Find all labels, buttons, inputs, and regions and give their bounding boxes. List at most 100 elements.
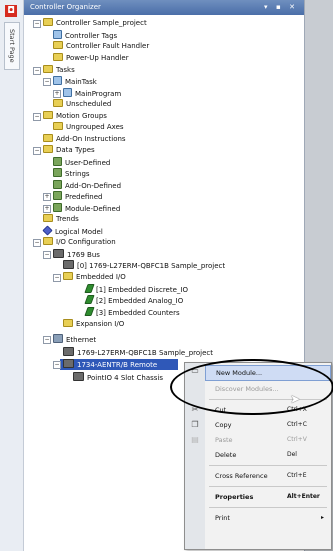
callout-ellipse [170, 359, 333, 415]
tree-item-pointio-chassis[interactable]: PointIO 4 Slot Chassis [73, 372, 163, 382]
menu-item-label: Print [215, 514, 230, 522]
menu-item-shortcut: Ctrl+C [287, 421, 307, 428]
menu-separator [209, 507, 327, 508]
folder-icon [53, 41, 63, 49]
adapter-icon [63, 359, 74, 368]
collapse-icon[interactable]: − [33, 239, 41, 247]
panel-title: Controller Organizer [30, 3, 101, 11]
tree-item-label: [2] Embedded Analog_IO [96, 297, 184, 305]
tree-item-add-on-defined[interactable]: Add-On-Defined [53, 180, 121, 190]
folder-icon [43, 134, 53, 142]
tree-item-ethernet-controller[interactable]: 1769-L27ERM-QBFC1B Sample_project [63, 347, 213, 357]
tree-item-ungrouped-axes[interactable]: Ungrouped Axes [53, 122, 124, 132]
tree-item-unscheduled[interactable]: Unscheduled [53, 99, 111, 109]
start-page-tab[interactable]: Start Page [4, 22, 20, 70]
folder-icon [43, 214, 53, 222]
program-icon [63, 88, 72, 97]
menu-item-properties[interactable]: Properties Alt+Enter [205, 490, 329, 504]
menu-item-cross-reference[interactable]: Cross Reference Ctrl+E [205, 469, 329, 483]
tree-item-label: [3] Embedded Counters [96, 309, 180, 317]
tree-item-label: Add-On-Defined [65, 182, 122, 190]
tree-item-controller-module[interactable]: [0] 1769-L27ERM-QBFC1B Sample_project [63, 260, 225, 270]
datatype-icon [53, 168, 62, 177]
tree-item-label: Data Types [56, 146, 95, 154]
tree-item-user-defined[interactable]: User-Defined [53, 157, 110, 167]
task-icon [53, 76, 62, 85]
tree-item-label: Predefined [65, 193, 103, 201]
expand-icon[interactable]: + [43, 205, 51, 213]
bus-icon [53, 249, 64, 258]
tree-item-label: Motion Groups [56, 112, 107, 120]
tree-item-label: Add-On Instructions [56, 135, 126, 143]
tree-item-label: Ungrouped Axes [66, 123, 124, 131]
collapse-icon[interactable]: − [33, 67, 41, 75]
chassis-icon [73, 372, 84, 381]
datatype-icon [53, 203, 62, 212]
panel-title-buttons[interactable]: ▾ ▪ ✕ [264, 0, 298, 15]
tree-item-trends[interactable]: Trends [43, 214, 79, 224]
menu-item-paste[interactable]: Paste Ctrl+V [205, 433, 329, 447]
ethernet-icon [53, 334, 63, 343]
tree-item-expansion-io[interactable]: Expansion I/O [63, 319, 124, 329]
collapse-icon[interactable]: − [53, 361, 61, 369]
collapse-icon[interactable]: − [33, 20, 41, 28]
tree-item-label: Embedded I/O [76, 273, 126, 281]
tree-item-label: Ethernet [66, 336, 97, 344]
folder-icon [43, 145, 53, 153]
menu-item-label: Properties [215, 493, 254, 501]
menu-item-delete[interactable]: Delete Del [205, 448, 329, 462]
tree-item-controller-tags[interactable]: Controller Tags [53, 30, 117, 40]
menu-item-copy[interactable]: Copy Ctrl+C [205, 418, 329, 432]
tree-item-embedded-counters[interactable]: [3] Embedded Counters [84, 307, 180, 317]
tree-item-power-up-handler[interactable]: Power-Up Handler [53, 53, 129, 63]
folder-icon [53, 53, 63, 61]
tree-item-label: 1769-L27ERM-QBFC1B Sample_project [77, 349, 214, 357]
tree-item-label: Controller Fault Handler [66, 42, 150, 50]
expand-icon[interactable]: + [53, 90, 61, 98]
menu-item-print[interactable]: Print ▸ [205, 511, 329, 525]
tree-item-logical-model[interactable]: Logical Model [42, 225, 103, 236]
tree-item-embedded-analog[interactable]: [2] Embedded Analog_IO [84, 295, 184, 305]
collapse-icon[interactable]: − [53, 274, 61, 282]
folder-icon [43, 18, 53, 26]
collapse-icon[interactable]: − [33, 147, 41, 155]
collapse-icon[interactable]: − [43, 336, 51, 344]
tree-item-add-on-instructions[interactable]: Add-On Instructions [43, 134, 126, 144]
submenu-arrow-icon: ▸ [321, 514, 325, 521]
menu-item-label: Cross Reference [215, 472, 268, 480]
folder-icon [53, 99, 63, 107]
datatype-icon [53, 191, 62, 200]
copy-icon: ❐ [191, 420, 199, 429]
menu-separator [209, 465, 327, 466]
folder-icon [63, 319, 73, 327]
tree-item-label: Expansion I/O [76, 320, 125, 328]
tree-item-label: PointIO 4 Slot Chassis [87, 374, 163, 382]
datatype-icon [53, 180, 62, 189]
collapse-icon[interactable]: − [43, 251, 51, 259]
paste-icon: ▤ [191, 435, 199, 444]
tree-item-embedded-discrete[interactable]: [1] Embedded Discrete_IO [84, 284, 188, 294]
menu-item-shortcut: Ctrl+E [287, 472, 307, 479]
folder-icon [63, 272, 73, 280]
tree-item-fault-handler[interactable]: Controller Fault Handler [53, 41, 149, 51]
menu-item-label: Copy [215, 421, 232, 429]
tree-item-label: I/O Configuration [56, 238, 116, 246]
start-page-strip: ◘ Start Page [0, 0, 24, 551]
tree-item-label: Controller Sample_project [56, 19, 147, 27]
tree-item-label: [1] Embedded Discrete_IO [96, 286, 188, 294]
io-module-icon [84, 295, 95, 304]
collapse-icon[interactable]: − [33, 113, 41, 121]
tree-item-label: 1769 Bus [67, 251, 100, 259]
expand-icon[interactable]: + [43, 193, 51, 201]
tree-item-label: Unscheduled [66, 100, 112, 108]
folder-icon [43, 237, 53, 245]
menu-item-shortcut: Ctrl+V [287, 436, 307, 443]
collapse-icon[interactable]: − [43, 78, 51, 86]
folder-icon [43, 65, 53, 73]
tree-item-strings[interactable]: Strings [53, 168, 90, 178]
menu-item-label: Paste [215, 436, 233, 444]
tree-item-label: MainProgram [75, 90, 122, 98]
tree-item-label: MainTask [65, 78, 97, 86]
tree-item-label: Trends [56, 215, 79, 223]
io-module-icon [84, 307, 95, 316]
